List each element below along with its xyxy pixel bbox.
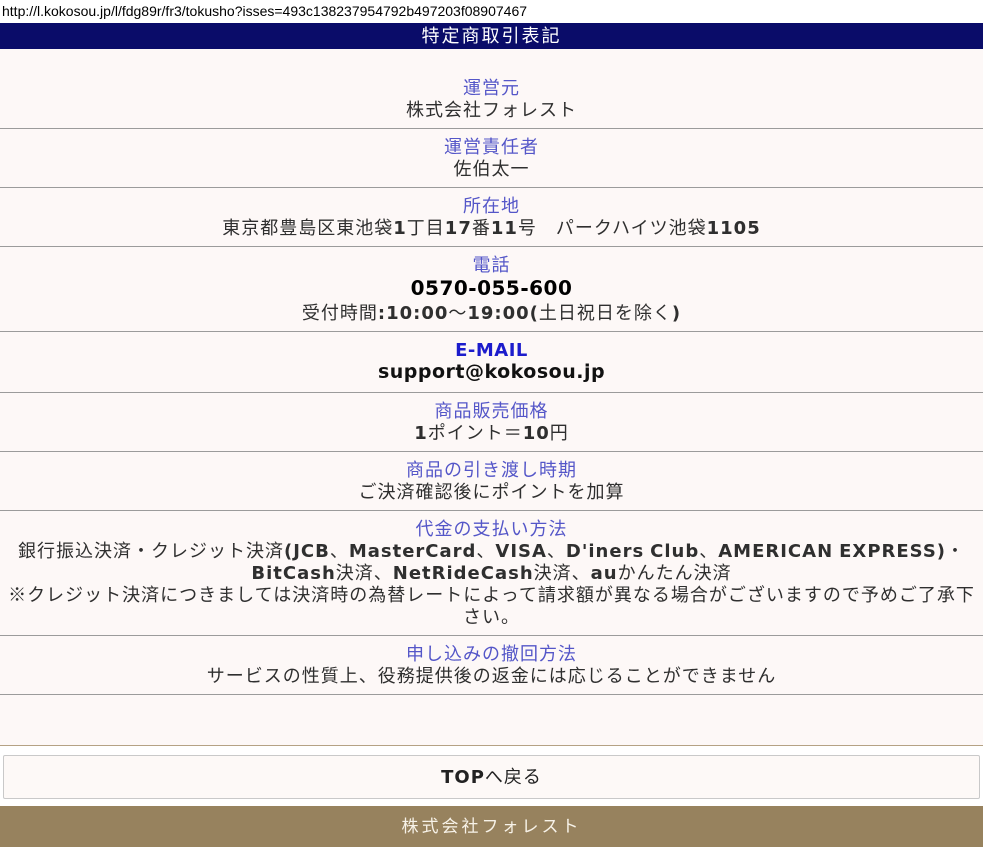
empty-row xyxy=(0,695,983,746)
section-delivery-time: 商品の引き渡し時期 ご決済確認後にポイントを加算 xyxy=(0,452,983,511)
section-label: 申し込みの撤回方法 xyxy=(6,643,977,665)
section-label: 運営元 xyxy=(6,77,977,99)
section-value: ご決済確認後にポイントを加算 xyxy=(6,481,977,503)
email-label-link[interactable]: E-MAIL xyxy=(6,339,977,361)
section-label: 代金の支払い方法 xyxy=(6,518,977,540)
section-value: 東京都豊島区東池袋1丁目17番11号 パークハイツ池袋1105 xyxy=(6,217,977,239)
section-email: E-MAIL support@kokosou.jp xyxy=(0,332,983,393)
section-address: 所在地 東京都豊島区東池袋1丁目17番11号 パークハイツ池袋1105 xyxy=(0,188,983,247)
payment-methods-list: 銀行振込決済・クレジット決済(JCB、MasterCard、VISA、D'ine… xyxy=(6,540,977,584)
section-label: 商品販売価格 xyxy=(6,400,977,422)
page-url-text: http://l.kokosou.jp/l/fdg89r/fr3/tokusho… xyxy=(0,0,983,23)
section-label: 運営責任者 xyxy=(6,136,977,158)
business-hours: 受付時間:10:00〜19:00(土日祝日を除く) xyxy=(6,302,977,324)
footer-company-name: 株式会社フォレスト xyxy=(0,806,983,847)
section-value: 株式会社フォレスト xyxy=(6,99,977,121)
page-title: 特定商取引表記 xyxy=(0,23,983,49)
section-label: 商品の引き渡し時期 xyxy=(6,459,977,481)
top-button-container: TOPへ戻る xyxy=(0,746,983,803)
tokusho-table: 運営元 株式会社フォレスト 運営責任者 佐伯太一 所在地 東京都豊島区東池袋1丁… xyxy=(0,49,983,746)
section-responsible-person: 運営責任者 佐伯太一 xyxy=(0,129,983,188)
phone-number: 0570-055-600 xyxy=(6,276,977,302)
section-label: 電話 xyxy=(6,254,977,276)
section-price: 商品販売価格 1ポイント＝10円 xyxy=(0,393,983,452)
payment-exchange-rate-note: ※クレジット決済につきましては決済時の為替レートによって請求額が異なる場合がござ… xyxy=(6,584,977,628)
back-to-top-button[interactable]: TOPへ戻る xyxy=(3,755,980,799)
section-cancellation-policy: 申し込みの撤回方法 サービスの性質上、役務提供後の返金には応じることができません xyxy=(0,636,983,695)
section-value: サービスの性質上、役務提供後の返金には応じることができません xyxy=(6,665,977,687)
section-payment-methods: 代金の支払い方法 銀行振込決済・クレジット決済(JCB、MasterCard、V… xyxy=(0,511,983,636)
email-address: support@kokosou.jp xyxy=(6,361,977,385)
section-phone: 電話 0570-055-600 受付時間:10:00〜19:00(土日祝日を除く… xyxy=(0,247,983,332)
section-value: 1ポイント＝10円 xyxy=(6,422,977,444)
section-label: 所在地 xyxy=(6,195,977,217)
section-operator: 運営元 株式会社フォレスト xyxy=(0,49,983,129)
section-value: 佐伯太一 xyxy=(6,158,977,180)
